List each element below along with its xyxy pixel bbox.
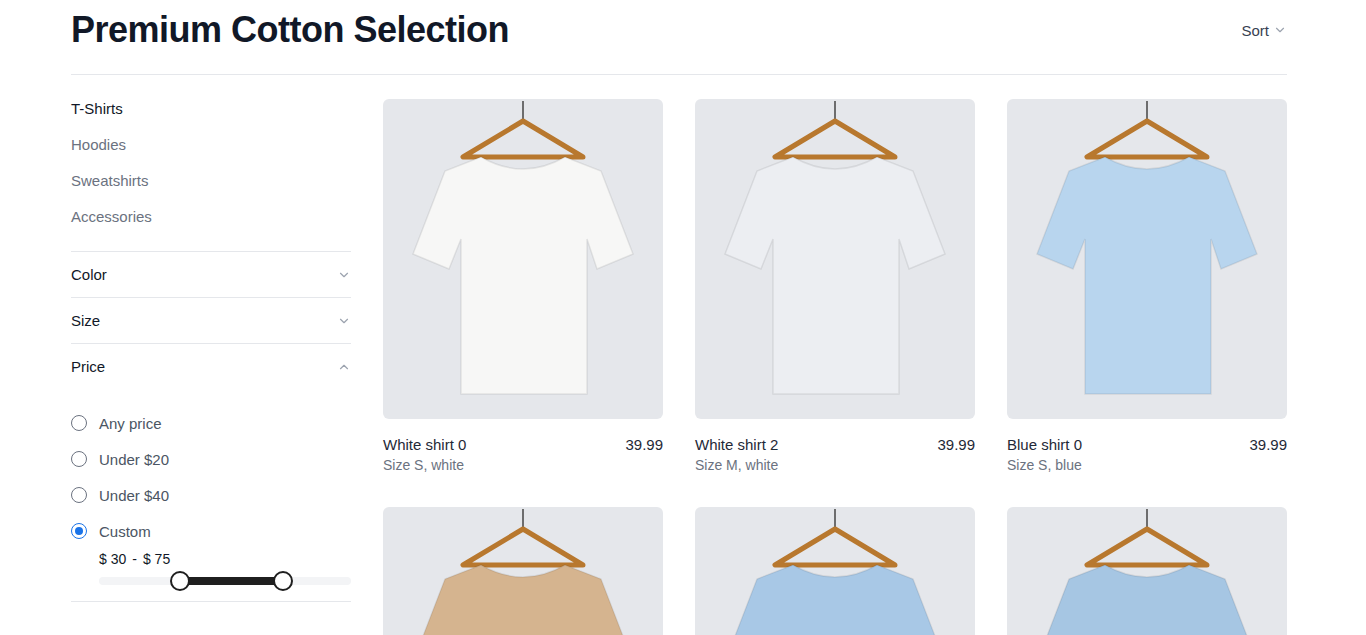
category-item[interactable]: Sweatshirts <box>71 171 351 191</box>
tshirt-icon <box>1007 99 1287 419</box>
radio-icon[interactable] <box>71 451 87 467</box>
main: T-Shirts Hoodies Sweatshirts Accessories Col… <box>71 75 1287 635</box>
filter-body: Any price Under $20 Under $40 Custom $ 30-$ … <box>71 389 351 601</box>
product-name: White shirt 0 <box>383 435 466 455</box>
product-card[interactable]: White shirt 0 39.99Size S, white <box>383 99 663 475</box>
tshirt-icon <box>695 99 975 419</box>
product-grid: White shirt 039.99Size S, whiteWhite shi… <box>383 99 1287 635</box>
product-info: Blue shirt 0 39.99 <box>1007 435 1287 455</box>
radio-option[interactable]: Custom <box>71 519 351 543</box>
product-name: White shirt 2 <box>695 435 778 455</box>
filter-header[interactable]: Size <box>71 298 351 343</box>
radio-option[interactable]: Under $20 <box>71 447 351 471</box>
price-range: $ 30-$ 75 <box>71 549 351 593</box>
filter-label: Color <box>71 266 107 283</box>
product-image <box>695 99 975 419</box>
filter-section: Color <box>71 252 351 298</box>
slider-fill <box>180 577 283 585</box>
product-card[interactable] <box>695 507 975 635</box>
sort-button[interactable]: Sort <box>1241 18 1287 43</box>
chevron-up-icon <box>337 360 351 374</box>
filter-section: Price Any price Under $20 Under $40 Custom $ … <box>71 344 351 602</box>
product-image <box>383 99 663 419</box>
radio-label: Custom <box>99 523 151 540</box>
product-card[interactable]: White shirt 2 39.99Size M, white <box>695 99 975 475</box>
product-info: White shirt 0 39.99 <box>383 435 663 455</box>
product-image <box>1007 507 1287 635</box>
product-details: Size M, white <box>695 455 975 475</box>
radio-icon[interactable] <box>71 523 87 539</box>
product-info: White shirt 2 39.99 <box>695 435 975 455</box>
product-image <box>695 507 975 635</box>
range-slider[interactable] <box>99 569 351 593</box>
radio-icon[interactable] <box>71 487 87 503</box>
category-item[interactable]: T-Shirts <box>71 99 351 119</box>
product-details: Size S, white <box>383 455 663 475</box>
chevron-down-icon <box>1273 23 1287 37</box>
page-title: Premium Cotton Selection <box>71 6 509 54</box>
product-price: 39.99 <box>625 435 663 455</box>
sidebar: T-Shirts Hoodies Sweatshirts Accessories Col… <box>71 99 351 635</box>
radio-option[interactable]: Under $40 <box>71 483 351 507</box>
radio-icon[interactable] <box>71 415 87 431</box>
range-label: $ 30-$ 75 <box>99 549 351 569</box>
tshirt-icon <box>383 507 663 635</box>
header: Premium Cotton Selection Sort <box>71 0 1287 75</box>
product-name: Blue shirt 0 <box>1007 435 1082 455</box>
category-list: T-Shirts Hoodies Sweatshirts Accessories <box>71 99 351 252</box>
category-item[interactable]: Hoodies <box>71 135 351 155</box>
radio-label: Any price <box>99 415 162 432</box>
radio-label: Under $40 <box>99 487 169 504</box>
product-details: Size S, blue <box>1007 455 1287 475</box>
filter-label: Price <box>71 358 105 375</box>
sort-label: Sort <box>1241 22 1269 39</box>
chevron-down-icon <box>337 314 351 328</box>
filter-header[interactable]: Color <box>71 252 351 297</box>
tshirt-icon <box>1007 507 1287 635</box>
chevron-down-icon <box>337 268 351 282</box>
category-item[interactable]: Accessories <box>71 207 351 227</box>
page: Premium Cotton Selection Sort T-Shirts Hood… <box>71 0 1287 635</box>
product-card[interactable] <box>1007 507 1287 635</box>
product-price: 39.99 <box>1249 435 1287 455</box>
filter-header[interactable]: Price <box>71 344 351 389</box>
tshirt-icon <box>383 99 663 419</box>
slider-thumb[interactable] <box>273 571 293 591</box>
filter-label: Size <box>71 312 100 329</box>
tshirt-icon <box>695 507 975 635</box>
product-card[interactable] <box>383 507 663 635</box>
product-image <box>1007 99 1287 419</box>
product-card[interactable]: Blue shirt 0 39.99Size S, blue <box>1007 99 1287 475</box>
radio-option[interactable]: Any price <box>71 411 351 435</box>
slider-thumb[interactable] <box>170 571 190 591</box>
filter-section: Size <box>71 298 351 344</box>
radio-label: Under $20 <box>99 451 169 468</box>
product-image <box>383 507 663 635</box>
product-price: 39.99 <box>937 435 975 455</box>
